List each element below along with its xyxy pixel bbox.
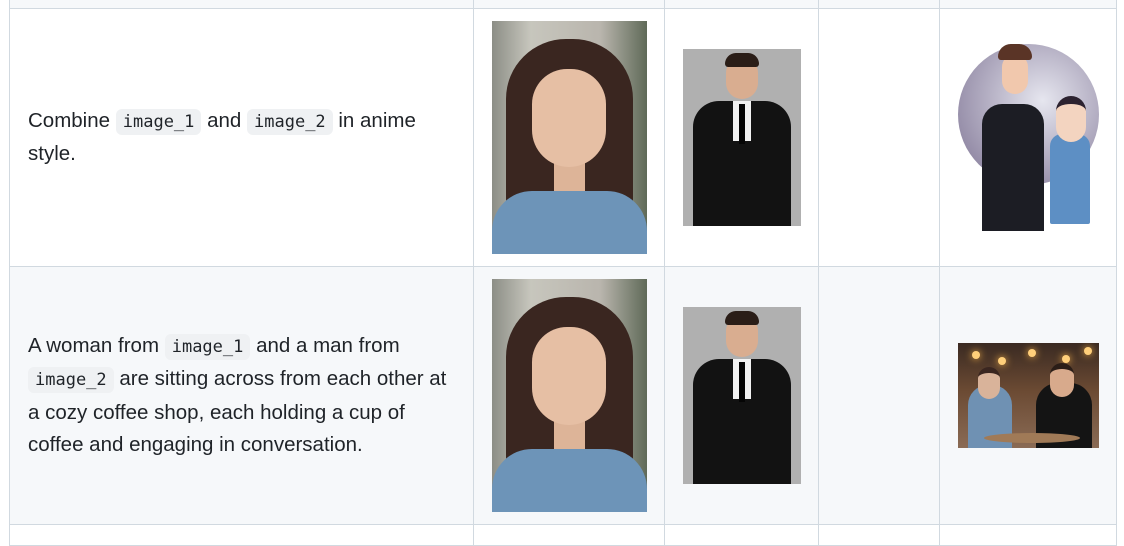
empty-cell: [818, 8, 940, 267]
inline-code: image_1: [115, 108, 202, 135]
anime-output-image: [957, 44, 1099, 231]
table-row-partial-top: [9, 0, 1117, 9]
output-image-cell: [939, 266, 1117, 525]
man-portrait-image: [682, 307, 801, 484]
input-image-1-cell: [473, 8, 665, 267]
woman-portrait-image: [491, 279, 647, 512]
input-image-1-cell: [473, 266, 665, 525]
woman-portrait-image: [491, 21, 647, 254]
table-row-partial-bottom: [9, 524, 1117, 546]
examples-table: Combine image_1 and image_2 in anime sty…: [9, 0, 1117, 546]
empty-cell: [818, 266, 940, 525]
table-row: Combine image_1 and image_2 in anime sty…: [9, 8, 1117, 267]
inline-code: image_2: [247, 108, 333, 135]
inline-code: image_2: [28, 367, 114, 393]
inline-code: image_1: [164, 333, 251, 360]
prompt-cell: A woman from image_1 and a man from imag…: [9, 266, 474, 525]
prompt-cell: Combine image_1 and image_2 in anime sty…: [9, 8, 474, 267]
prompt-text: and: [201, 108, 248, 132]
prompt-text: A woman from: [28, 333, 165, 357]
table-row: A woman from image_1 and a man from imag…: [9, 266, 1117, 525]
prompt-text: and a man from: [250, 333, 400, 357]
prompt-text: Combine: [28, 108, 116, 132]
man-portrait-image: [682, 49, 801, 226]
output-image-cell: [939, 8, 1117, 267]
coffee-shop-output-image: [957, 343, 1099, 448]
input-image-2-cell: [664, 266, 819, 525]
input-image-2-cell: [664, 8, 819, 267]
